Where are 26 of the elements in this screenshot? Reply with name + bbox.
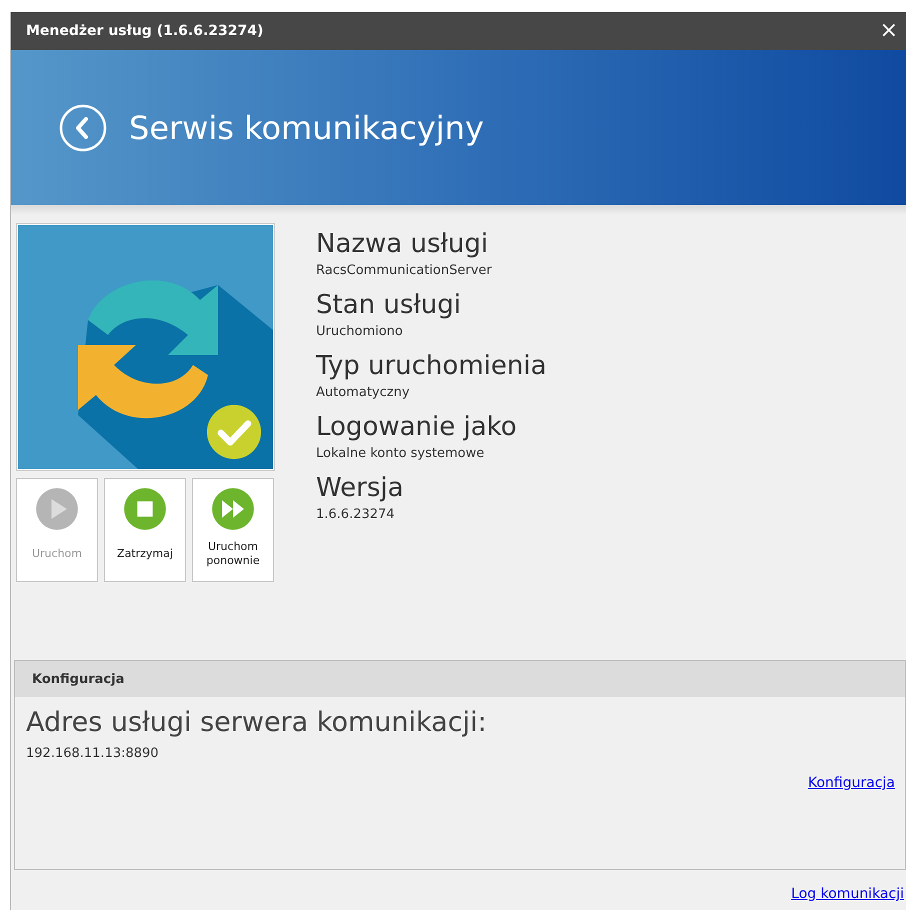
restart-button[interactable]: Uruchom ponownie: [192, 478, 274, 582]
check-badge-icon: [206, 404, 262, 460]
close-button[interactable]: ×: [876, 20, 902, 42]
back-icon[interactable]: [59, 104, 107, 152]
page-title: Serwis komunikacyjny: [129, 108, 484, 146]
sync-arrows-icon: [18, 225, 273, 469]
field-label: Nazwa usługi: [316, 228, 490, 261]
panel-title: Konfiguracja: [32, 672, 124, 686]
field-label: Stan usługi: [316, 289, 462, 322]
field-value: Lokalne konto systemowe: [316, 446, 486, 461]
field-value: Uruchomiono: [316, 324, 404, 339]
field-value: Automatyczny: [316, 385, 411, 400]
stop-icon: [123, 487, 167, 531]
field-label: Typ uruchomienia: [316, 350, 546, 383]
window-title: Menedżer usług (1.6.6.23274): [26, 23, 264, 39]
field-label: Wersja: [316, 472, 405, 505]
field-value: 192.168.11.13:8890: [26, 746, 160, 761]
stop-button[interactable]: Zatrzymaj: [104, 478, 186, 582]
play-icon: [35, 487, 79, 531]
field-label: Adres usługi serwera komunikacji:: [26, 707, 488, 738]
field-label: Logowanie jako: [316, 411, 518, 444]
configuration-link[interactable]: Konfiguracja: [808, 775, 895, 791]
field-value: 1.6.6.23274: [316, 507, 396, 522]
log-link[interactable]: Log komunikacji: [791, 886, 904, 902]
fast-forward-icon: [211, 487, 255, 531]
field-value: RacsCommunicationServer: [316, 263, 493, 278]
